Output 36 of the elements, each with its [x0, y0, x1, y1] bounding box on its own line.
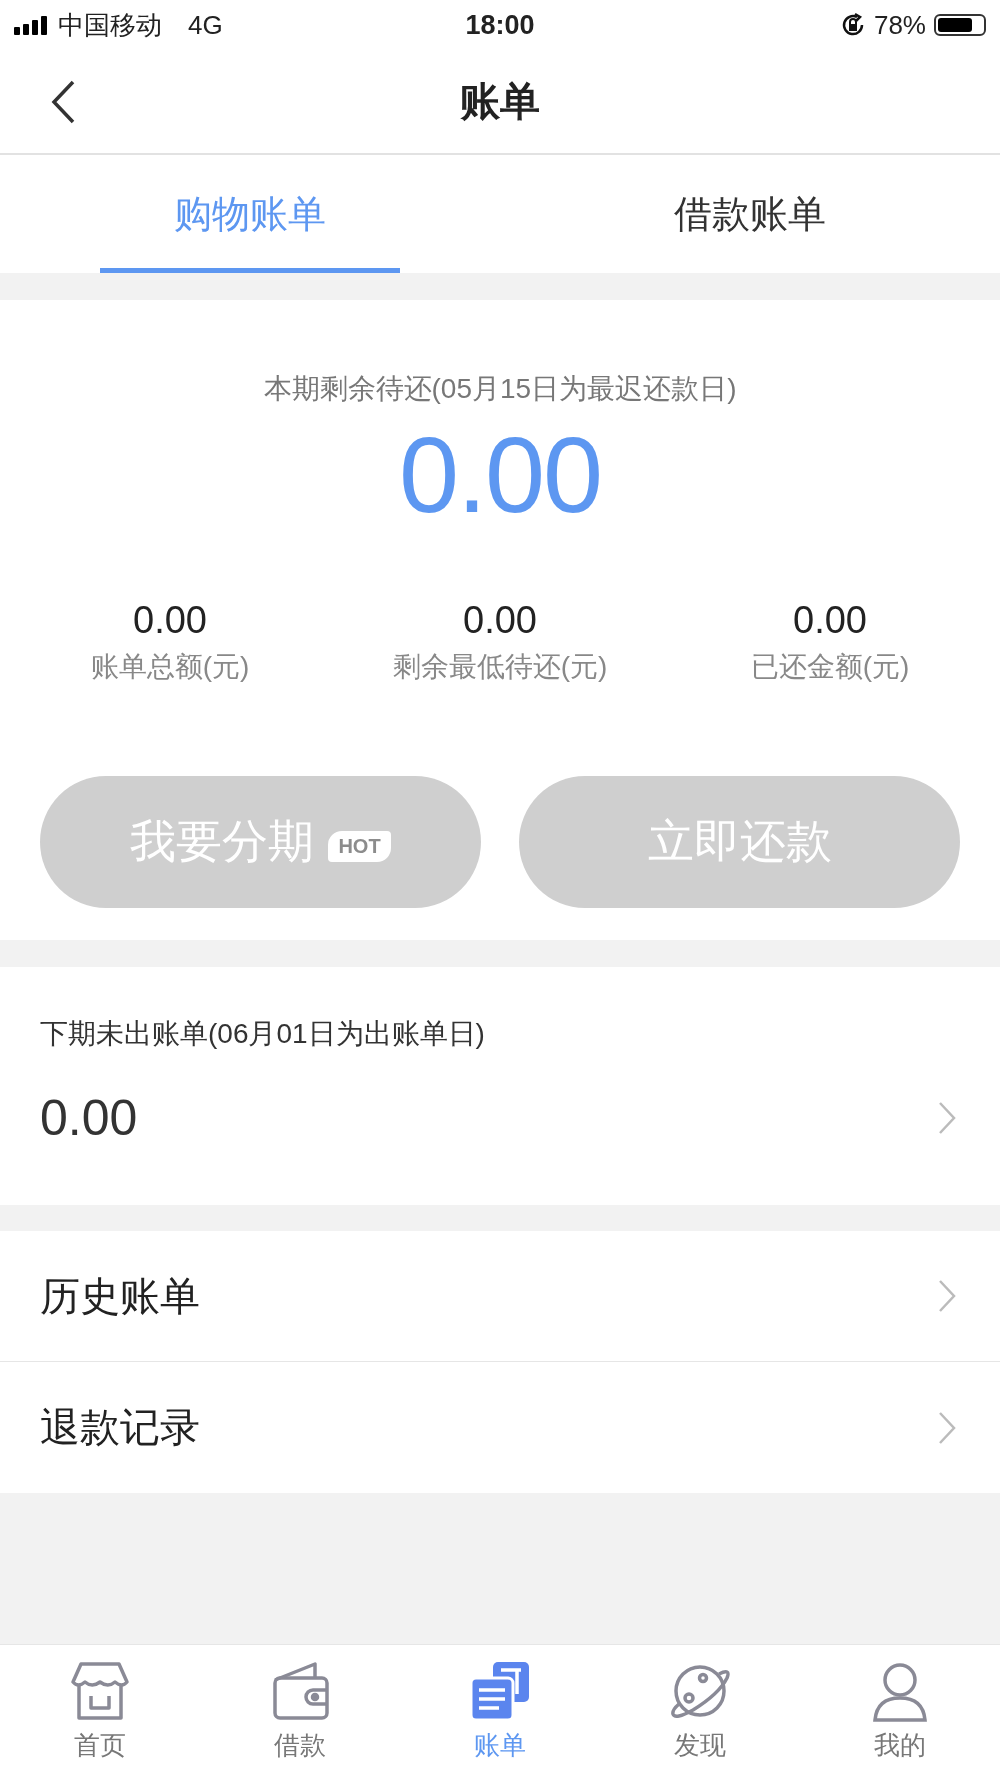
stat-value: 0.00: [793, 599, 867, 642]
tab[interactable]: 借款账单: [500, 155, 1000, 273]
nav-item[interactable]: 借款: [200, 1645, 400, 1778]
chevron-right-icon: [938, 1101, 956, 1135]
nav-item[interactable]: 账单: [400, 1645, 600, 1778]
battery-icon: [934, 14, 986, 36]
stat-value: 0.00: [463, 599, 537, 642]
carrier-name: 中国移动: [58, 8, 162, 42]
menu-row[interactable]: 退款记录: [0, 1362, 1000, 1493]
battery-percent: 78%: [873, 9, 926, 41]
remaining-amount: 0.00: [398, 413, 602, 537]
signal-icon: [14, 15, 50, 35]
stat-label: 已还金额(元): [750, 650, 910, 684]
nav-item[interactable]: 首页: [0, 1645, 200, 1778]
stat-value: 0.00: [133, 599, 207, 642]
next-bill-amount: 0.00: [40, 1089, 138, 1147]
hot-badge: HOT: [328, 830, 391, 862]
menu-label: 退款记录: [40, 1404, 200, 1451]
nav-item[interactable]: 我的: [800, 1645, 1000, 1778]
nav-item[interactable]: 发现: [600, 1645, 800, 1778]
next-bill-caption: 下期未出账单(06月01日为出账单日): [40, 1017, 486, 1051]
stat-label: 账单总额(元): [90, 650, 250, 684]
back-icon[interactable]: [50, 80, 76, 124]
network-type: 4G: [188, 9, 223, 41]
menu-row[interactable]: 历史账单: [0, 1231, 1000, 1362]
menu-label: 历史账单: [40, 1272, 200, 1320]
chevron-right-icon: [938, 1279, 956, 1313]
status-time: 18:00: [465, 9, 535, 41]
stat-label: 剩余最低待还(元): [392, 650, 608, 684]
page-title: 账单: [460, 78, 540, 125]
tab[interactable]: 购物账单: [0, 155, 500, 273]
bill-icon: [469, 1660, 531, 1722]
chevron-right-icon: [938, 1410, 956, 1445]
next-bill-card[interactable]: 下期未出账单(06月01日为出账单日) 0.00: [0, 967, 1000, 1205]
summary-caption: 本期剩余待还(05月15日为最迟还款日): [263, 372, 737, 406]
shop-icon: [69, 1660, 131, 1722]
